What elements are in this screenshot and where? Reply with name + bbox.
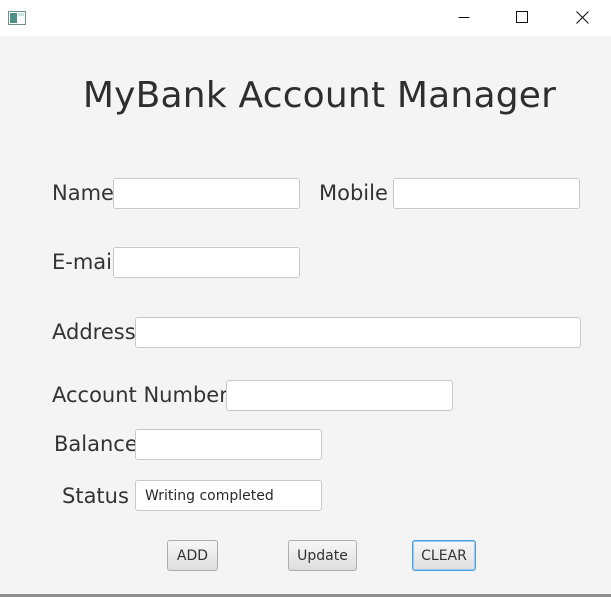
address-field[interactable] [135,317,581,348]
close-button[interactable] [553,0,611,34]
status-label: Status [62,484,129,508]
app-icon [8,10,26,25]
minimize-button[interactable] [435,0,493,34]
account-number-label: Account Number [52,383,228,407]
close-icon [575,10,589,24]
title-bar [0,0,611,36]
page-title: MyBank Account Manager [82,75,557,116]
balance-field[interactable] [135,429,322,460]
update-button[interactable]: Update [288,540,357,571]
mobile-label: Mobile [319,181,388,205]
add-button[interactable]: ADD [167,540,218,571]
account-number-field[interactable] [226,380,453,411]
email-field[interactable] [113,247,300,278]
clear-button[interactable]: CLEAR [412,540,476,571]
status-field[interactable] [135,480,322,511]
minimize-icon [458,11,470,23]
email-label: E-mail [52,250,118,274]
name-field[interactable] [113,178,300,209]
maximize-button[interactable] [493,0,551,34]
address-label: Address [52,320,136,344]
balance-label: Balance [54,432,138,456]
maximize-icon [516,11,528,23]
name-label: Name [52,181,114,205]
mobile-field[interactable] [393,178,580,209]
